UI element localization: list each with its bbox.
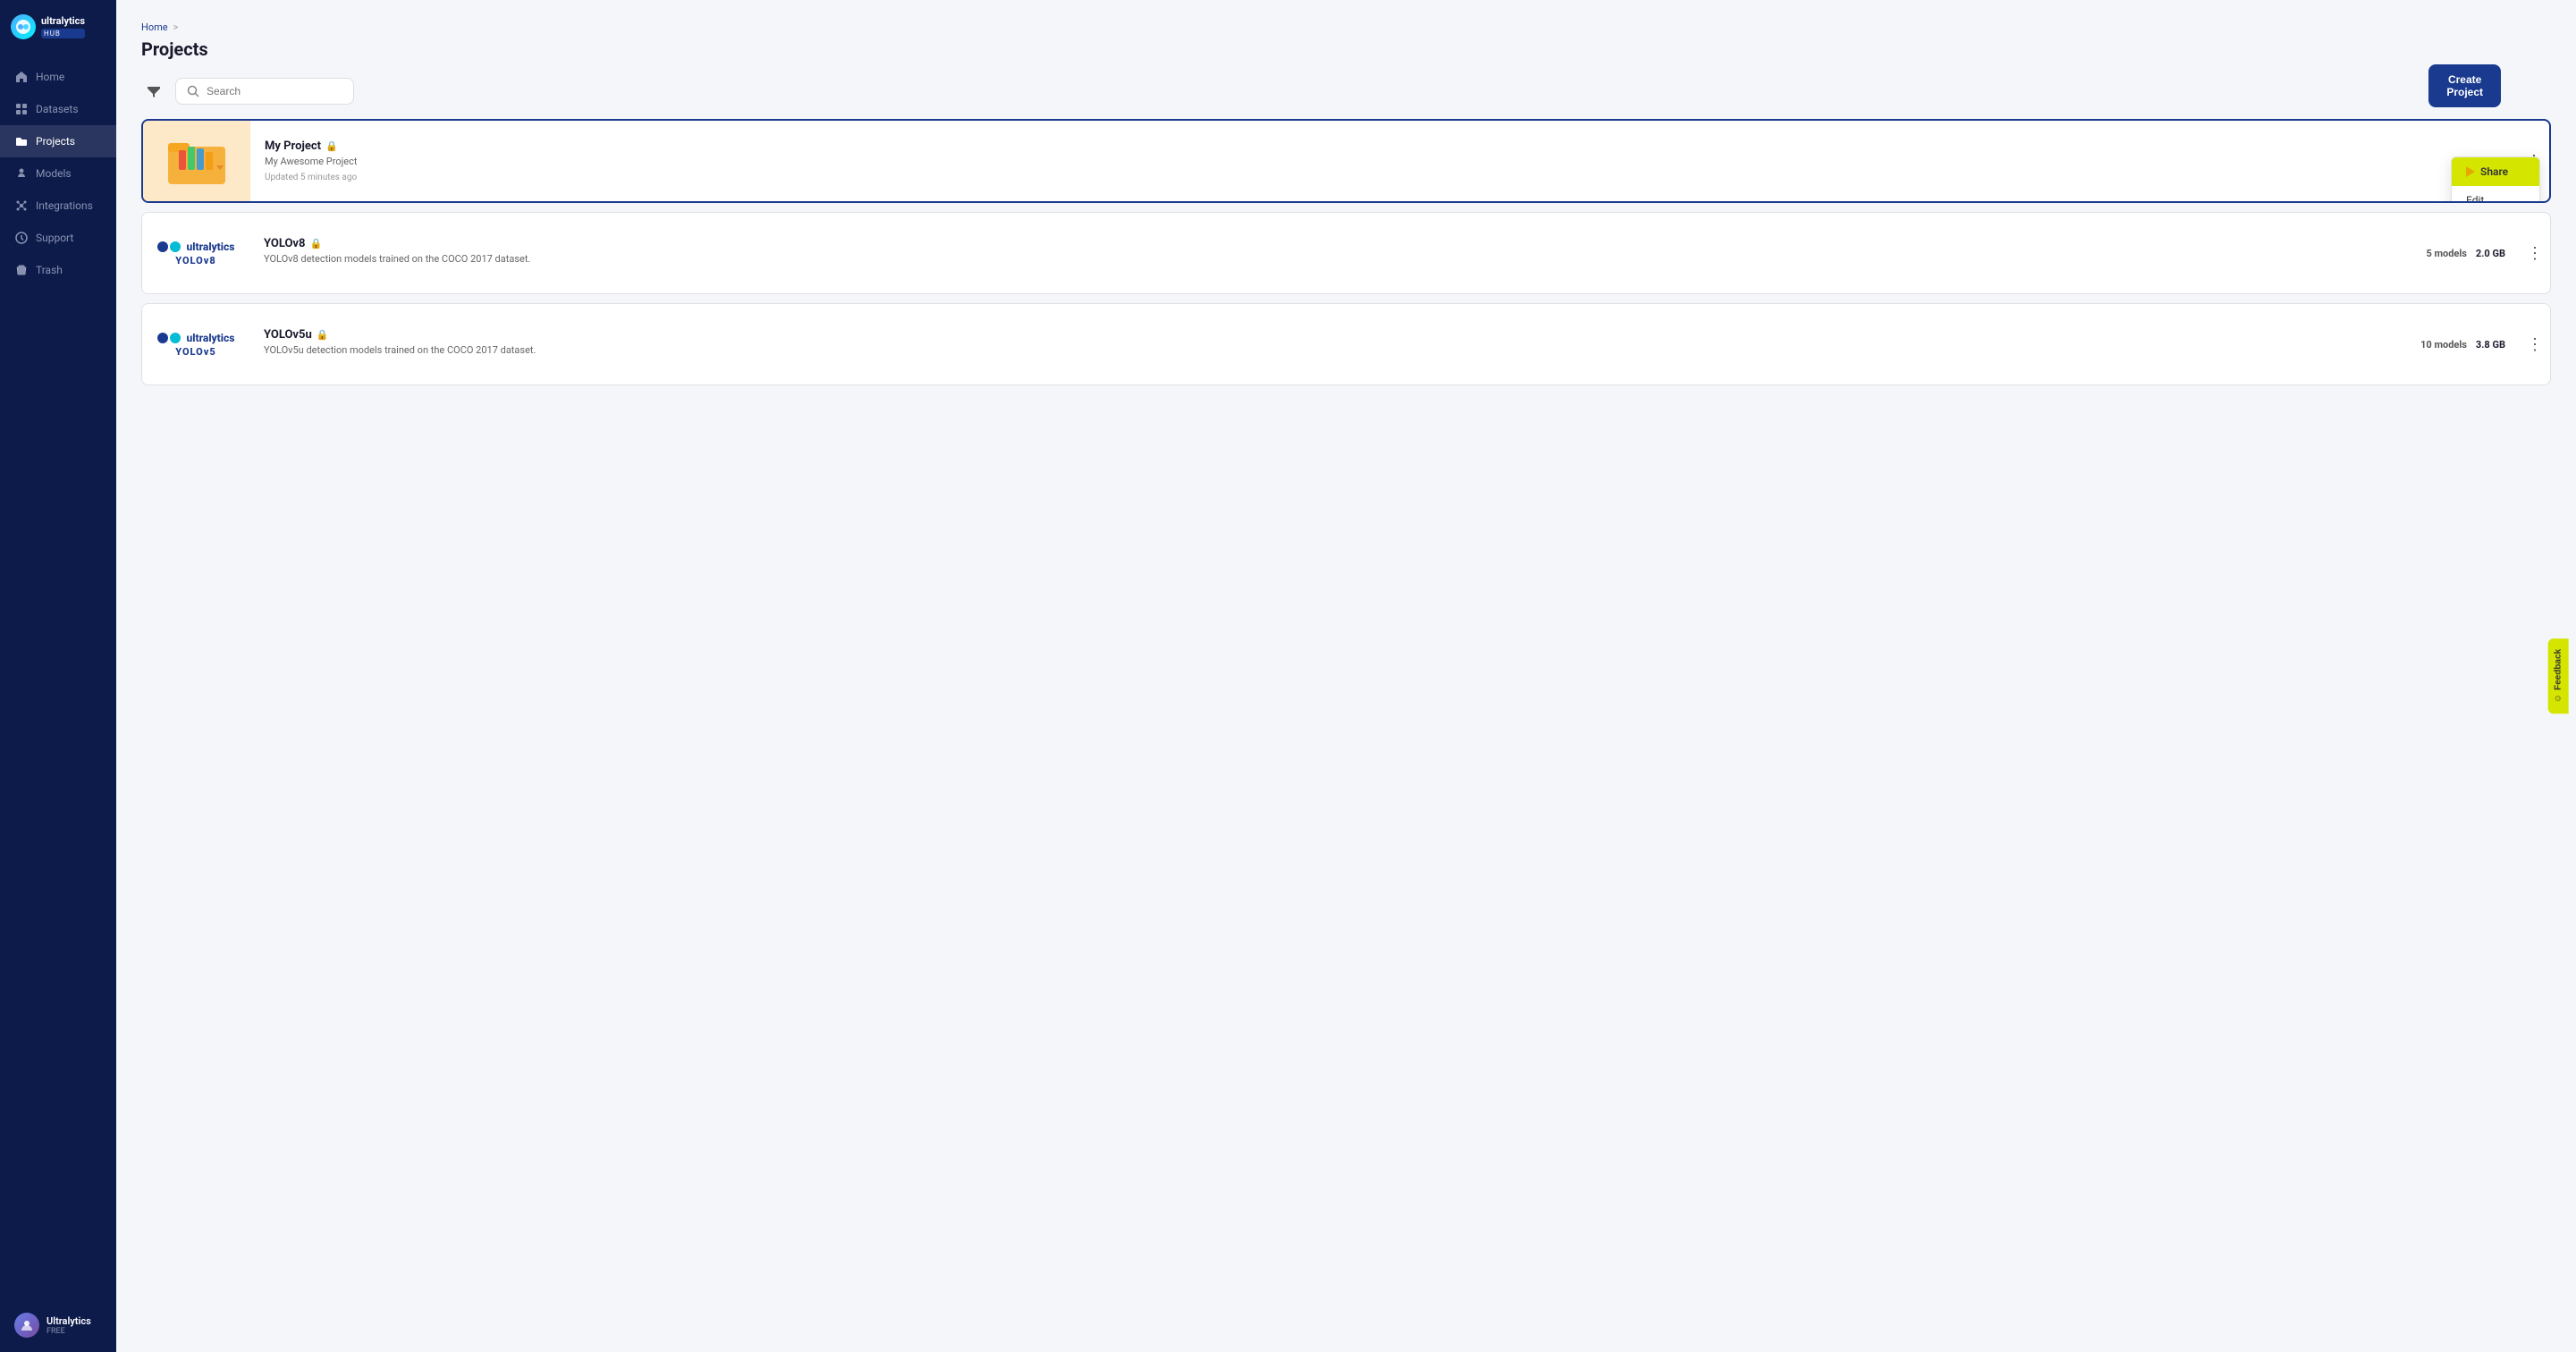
project-desc-my-project: My Awesome Project — [265, 156, 2436, 167]
search-input[interactable] — [207, 85, 342, 97]
project-info-yolov8: YOLOv8 🔒 YOLOv8 detection models trained… — [249, 224, 2411, 283]
sidebar: ultralytics HUB Home Datase — [0, 0, 116, 1352]
project-name-yolov5u: YOLOv5u 🔒 — [264, 328, 2392, 342]
models-count-yolov8: 5 models — [2426, 248, 2466, 259]
sidebar-item-trash-label: Trash — [36, 264, 63, 276]
project-meta-yolov8: 5 models 2.0 GB — [2411, 235, 2520, 272]
home-icon — [14, 70, 29, 84]
context-menu-edit[interactable]: Edit — [2452, 186, 2539, 203]
header-area: Home > Projects Create Project — [141, 21, 2551, 60]
sidebar-item-datasets-label: Datasets — [36, 103, 79, 115]
sidebar-item-datasets[interactable]: Datasets — [0, 93, 116, 125]
project-thumb-my-project — [143, 121, 250, 201]
main-content: Home > Projects Create Project — [116, 0, 2576, 1352]
sidebar-item-support-label: Support — [36, 232, 73, 244]
circle-cyan — [170, 241, 181, 252]
logo-text: ultralytics HUB — [41, 15, 85, 39]
project-desc-yolov5u: YOLOv5u detection models trained on the … — [264, 344, 2392, 356]
lock-icon-yolov8: 🔒 — [309, 238, 322, 249]
context-menu-share[interactable]: Share — [2452, 157, 2539, 186]
feedback-label: Feedback — [2553, 649, 2563, 690]
project-card-my-project[interactable]: My Project 🔒 My Awesome Project Updated … — [141, 119, 2551, 203]
project-name-yolov8: YOLOv8 🔒 — [264, 237, 2397, 250]
filter-button[interactable] — [141, 79, 166, 104]
project-updated-my-project: Updated 5 minutes ago — [265, 173, 2436, 182]
avatar — [14, 1313, 39, 1338]
sidebar-item-home[interactable]: Home — [0, 61, 116, 93]
context-menu: Share Edit Delete — [2451, 156, 2540, 203]
sidebar-item-models-label: Models — [36, 167, 72, 180]
breadcrumb: Home > — [141, 21, 2551, 33]
sidebar-item-projects[interactable]: Projects — [0, 125, 116, 157]
breadcrumb-home[interactable]: Home — [141, 21, 168, 33]
yolov5u-badge: ultralytics YOLOv5 — [157, 332, 235, 358]
project-desc-yolov8: YOLOv8 detection models trained on the C… — [264, 253, 2397, 265]
create-project-button[interactable]: Create Project — [2428, 64, 2501, 107]
ultralytics-text: ultralytics — [187, 241, 235, 253]
yolov5u-label: YOLOv5 — [175, 346, 215, 358]
filter-icon — [147, 84, 161, 98]
folder-icon — [165, 134, 229, 188]
sidebar-footer: Ultralytics FREE — [0, 1298, 116, 1352]
feedback-button[interactable]: ☺ Feedback — [2547, 638, 2568, 714]
project-thumb-yolov5u: ultralytics YOLOv5 — [142, 304, 249, 384]
main: Home > Projects Create Project — [116, 0, 2576, 1352]
project-list: My Project 🔒 My Awesome Project Updated … — [141, 119, 2551, 394]
datasets-icon — [14, 102, 29, 116]
circle-blue-2 — [157, 333, 168, 343]
breadcrumb-sep: > — [173, 21, 179, 33]
project-info-yolov5u: YOLOv5u 🔒 YOLOv5u detection models train… — [249, 316, 2406, 374]
project-meta-yolov5u: 10 models 3.8 GB — [2406, 326, 2520, 363]
sidebar-item-projects-label: Projects — [36, 135, 75, 148]
integrations-icon — [14, 199, 29, 213]
search-icon — [187, 85, 199, 97]
sidebar-item-models[interactable]: Models — [0, 157, 116, 190]
sidebar-item-trash[interactable]: Trash — [0, 254, 116, 286]
project-info-my-project: My Project 🔒 My Awesome Project Updated … — [250, 127, 2450, 195]
sidebar-item-integrations[interactable]: Integrations — [0, 190, 116, 222]
models-count-yolov5u: 10 models — [2420, 339, 2467, 351]
project-card-yolov5u[interactable]: ultralytics YOLOv5 YOLOv5u 🔒 YOLOv5u det… — [141, 303, 2551, 385]
models-size-yolov5u: 3.8 GB — [2476, 339, 2505, 351]
app-logo: ultralytics HUB — [0, 0, 116, 54]
sidebar-item-home-label: Home — [36, 71, 64, 83]
user-info: Ultralytics FREE — [14, 1313, 102, 1338]
circle-blue — [157, 241, 168, 252]
projects-icon — [14, 134, 29, 148]
lock-icon-yolov5u: 🔒 — [317, 329, 329, 341]
sidebar-item-integrations-label: Integrations — [36, 199, 93, 212]
models-icon — [14, 166, 29, 181]
toolbar — [141, 78, 2551, 105]
circle-cyan-2 — [170, 333, 181, 343]
page-title: Projects — [141, 38, 2551, 60]
sidebar-nav: Home Datasets Projects — [0, 54, 116, 1298]
search-box — [175, 78, 354, 105]
user-details: Ultralytics FREE — [46, 1315, 91, 1336]
models-size-yolov8: 2.0 GB — [2476, 248, 2505, 259]
ultralytics-text-2: ultralytics — [187, 332, 235, 344]
yolov8-label: YOLOv8 — [175, 255, 215, 266]
more-options-button-yolov5u[interactable]: ⋮ — [2520, 328, 2550, 361]
logo-icon — [11, 14, 36, 39]
yolov8-badge: ultralytics YOLOv8 — [157, 241, 235, 266]
project-card-yolov8[interactable]: ultralytics YOLOv8 YOLOv8 🔒 YOLOv8 detec… — [141, 212, 2551, 294]
project-name-my-project: My Project 🔒 — [265, 139, 2436, 153]
feedback-icon: ☺ — [2553, 694, 2563, 703]
more-options-button-yolov8[interactable]: ⋮ — [2520, 237, 2550, 270]
user-name: Ultralytics — [46, 1315, 91, 1327]
trash-icon — [14, 263, 29, 277]
support-icon — [14, 231, 29, 245]
project-thumb-yolov8: ultralytics YOLOv8 — [142, 213, 249, 293]
sidebar-item-support[interactable]: Support — [0, 222, 116, 254]
user-plan: FREE — [46, 1327, 91, 1336]
lock-icon-my-project: 🔒 — [325, 140, 338, 152]
